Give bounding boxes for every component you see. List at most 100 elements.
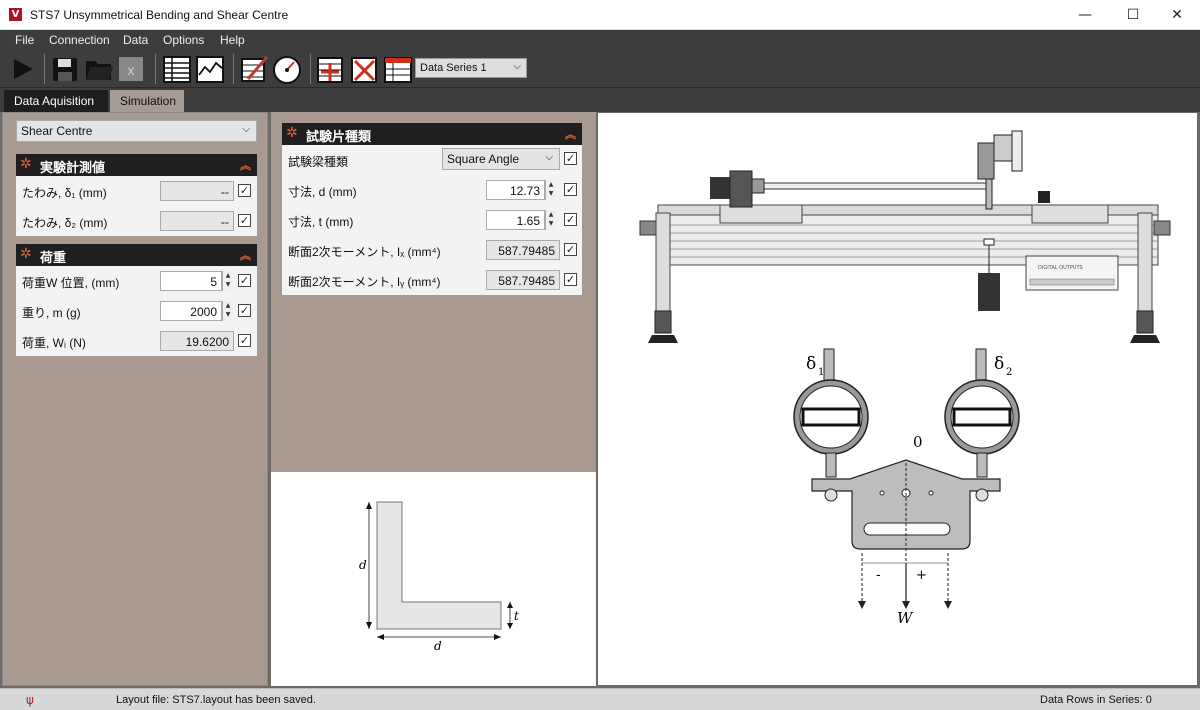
- dimension-d-input[interactable]: 12.73: [486, 180, 545, 200]
- title-bar: V STS7 Unsymmetrical Bending and Shear C…: [0, 0, 1200, 30]
- middle-pane: ✲ 試験片種類 ︽ 試験梁種類 Square Angle ⌵ ✓ 寸法, d (m…: [271, 112, 596, 472]
- play-icon[interactable]: [8, 53, 38, 85]
- tab-data-acquisition[interactable]: Data Aquisition: [4, 90, 108, 112]
- add-row-icon[interactable]: [316, 53, 346, 85]
- delta-2-subscript: 2: [1006, 367, 1012, 378]
- delta-2-label: δ: [994, 354, 1004, 374]
- close-button[interactable]: ✕: [1154, 0, 1200, 30]
- chevron-down-icon: ⌵: [545, 152, 553, 163]
- angle-section-drawing: d d t: [359, 501, 519, 653]
- save-icon[interactable]: [50, 53, 80, 85]
- specimen-panel-header[interactable]: ✲ 試験片種類 ︽: [282, 123, 582, 145]
- load-position-checkbox[interactable]: ✓: [238, 274, 251, 287]
- gear-icon: ✲: [20, 156, 32, 172]
- moment-ix-label: 断面2次モーメント, Iₓ (mm⁴): [288, 245, 441, 259]
- delta-1-subscript: 1: [818, 367, 824, 378]
- status-message: Layout file: STS7.layout has been saved.: [116, 694, 316, 706]
- menu-file[interactable]: File: [15, 33, 34, 47]
- tab-bar: Data Aquisition Simulation: [0, 88, 1200, 112]
- delta-1-label: δ: [806, 354, 816, 374]
- mode-select-value: Shear Centre: [21, 124, 93, 138]
- status-bar: ψ Layout file: STS7.layout has been save…: [0, 688, 1200, 710]
- beam-type-row: 試験梁種類 Square Angle ⌵ ✓: [282, 145, 582, 175]
- app-icon: V: [9, 8, 22, 21]
- collapse-icon[interactable]: ︽: [565, 126, 576, 142]
- cross-section-diagram: d d t: [271, 472, 596, 686]
- tab-simulation[interactable]: Simulation: [110, 90, 184, 112]
- menu-options[interactable]: Options: [163, 33, 204, 47]
- moment-ix-row: 断面2次モーメント, Iₓ (mm⁴) 587.79485 ✓: [282, 235, 582, 265]
- beam-type-select[interactable]: Square Angle ⌵: [442, 148, 560, 170]
- deflection-1-label: たわみ, δ₁ (mm): [22, 186, 107, 200]
- mass-input[interactable]: 2000: [160, 301, 222, 321]
- load-row: 荷重, Wᵢ (N) 19.6200 ✓: [16, 326, 257, 356]
- dimension-t-checkbox[interactable]: ✓: [564, 213, 577, 226]
- deflection-2-label: たわみ, δ₂ (mm): [22, 216, 108, 230]
- menu-connection[interactable]: Connection: [49, 33, 110, 47]
- deflection-1-row: たわみ, δ₁ (mm) -- ✓: [16, 176, 257, 206]
- usb-icon: ψ: [26, 693, 34, 707]
- moment-iy-checkbox[interactable]: ✓: [564, 273, 577, 286]
- dimension-d-label: 寸法, d (mm): [288, 185, 357, 199]
- deflection-1-checkbox[interactable]: ✓: [238, 184, 251, 197]
- measurement-panel-title: 実験計測値: [40, 160, 106, 175]
- menu-data[interactable]: Data: [123, 33, 148, 47]
- zero-label: 0: [913, 433, 923, 451]
- rig-illustration-pane: DIGITAL OUTPUTS δ 1 δ 2 0 - + W: [597, 112, 1198, 686]
- dimension-t-label-diagram: t: [514, 609, 519, 623]
- maximize-button[interactable]: ☐: [1110, 0, 1156, 30]
- minimize-button[interactable]: —: [1062, 0, 1108, 30]
- mode-select[interactable]: Shear Centre ⌵: [16, 120, 257, 142]
- minus-label: -: [876, 568, 881, 583]
- mass-stepper[interactable]: ▲ ▼: [222, 301, 233, 321]
- mass-row: 重り, m (g) 2000 ▲ ▼ ✓: [16, 296, 257, 326]
- open-folder-icon[interactable]: [84, 53, 114, 85]
- moment-ix-checkbox[interactable]: ✓: [564, 243, 577, 256]
- data-series-value: Data Series 1: [420, 62, 487, 74]
- load-panel-title: 荷重: [40, 250, 67, 265]
- chevron-down-icon: ⌵: [242, 124, 250, 135]
- measurement-panel-header[interactable]: ✲ 実験計測値 ︽: [16, 154, 257, 176]
- moment-iy-label: 断面2次モーメント, Iᵧ (mm⁴): [288, 275, 441, 289]
- gear-icon: ✲: [286, 125, 298, 141]
- menu-help[interactable]: Help: [220, 33, 245, 47]
- dimension-t-stepper[interactable]: ▲ ▼: [545, 210, 556, 230]
- load-checkbox[interactable]: ✓: [238, 334, 251, 347]
- edit-table-icon[interactable]: [240, 53, 270, 85]
- plus-label: +: [916, 568, 927, 583]
- deflection-2-checkbox[interactable]: ✓: [238, 214, 251, 227]
- specimen-panel: ✲ 試験片種類 ︽ 試験梁種類 Square Angle ⌵ ✓ 寸法, d (m…: [282, 123, 582, 295]
- load-position-row: 荷重W 位置, (mm) 5 ▲ ▼ ✓: [16, 266, 257, 296]
- toolbar-separator: [155, 54, 156, 84]
- left-pane: Shear Centre ⌵ ✲ 実験計測値 ︽ たわみ, δ₁ (mm) -- …: [2, 112, 268, 686]
- load-value: 19.6200: [160, 331, 234, 351]
- dimension-d-checkbox[interactable]: ✓: [564, 183, 577, 196]
- load-label: 荷重, Wᵢ (N): [22, 336, 86, 350]
- load-panel: ✲ 荷重 ︽ 荷重W 位置, (mm) 5 ▲ ▼ ✓ 重り, m (g) 200…: [16, 244, 257, 356]
- gauge-icon[interactable]: [272, 53, 302, 85]
- toolbar-separator: [310, 54, 311, 84]
- beam-type-label: 試験梁種類: [288, 155, 349, 169]
- window-title: STS7 Unsymmetrical Bending and Shear Cen…: [30, 8, 289, 22]
- clear-table-icon[interactable]: [383, 53, 413, 85]
- load-panel-header[interactable]: ✲ 荷重 ︽: [16, 244, 257, 266]
- collapse-icon[interactable]: ︽: [240, 247, 251, 263]
- dimension-d-stepper[interactable]: ▲ ▼: [545, 180, 556, 200]
- dimension-d-left-label: d: [359, 558, 367, 572]
- collapse-icon[interactable]: ︽: [240, 157, 251, 173]
- mass-checkbox[interactable]: ✓: [238, 304, 251, 317]
- specimen-panel-title: 試験片種類: [306, 129, 372, 144]
- export-excel-icon[interactable]: x: [116, 53, 146, 85]
- load-position-stepper[interactable]: ▲ ▼: [222, 271, 233, 291]
- table-view-icon[interactable]: [162, 53, 192, 85]
- delete-row-icon[interactable]: [350, 53, 380, 85]
- dimension-t-input[interactable]: 1.65: [486, 210, 545, 230]
- moment-ix-value: 587.79485: [486, 240, 560, 260]
- load-position-input[interactable]: 5: [160, 271, 222, 291]
- graph-view-icon[interactable]: [195, 53, 225, 85]
- data-series-select[interactable]: Data Series 1 ⌵: [415, 58, 527, 78]
- dimension-d-row: 寸法, d (mm) 12.73 ▲ ▼ ✓: [282, 175, 582, 205]
- moment-iy-row: 断面2次モーメント, Iᵧ (mm⁴) 587.79485 ✓: [282, 265, 582, 295]
- control-box-label: DIGITAL OUTPUTS: [1038, 265, 1083, 271]
- beam-type-checkbox[interactable]: ✓: [564, 152, 577, 165]
